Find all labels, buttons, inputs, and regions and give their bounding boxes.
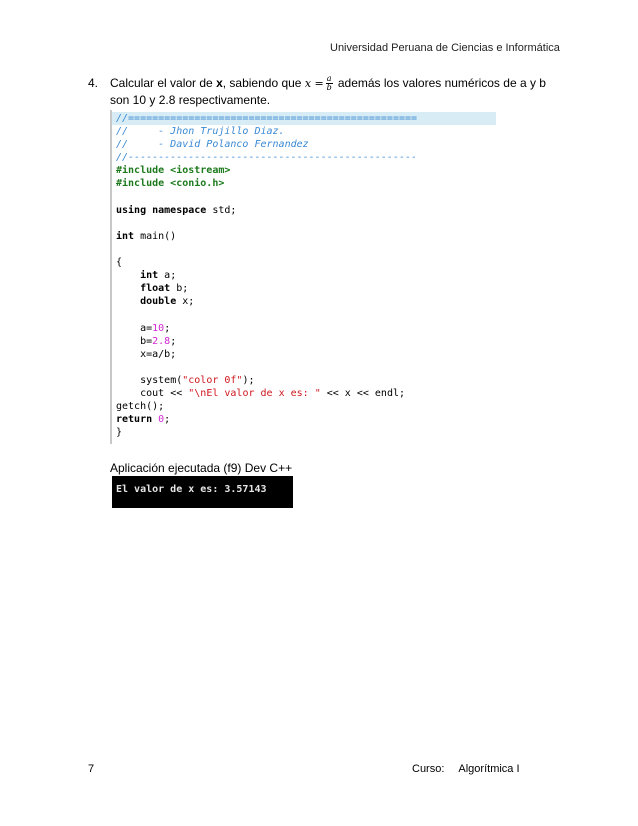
formula-denominator: b	[326, 83, 332, 93]
code-number: 0	[152, 414, 165, 426]
code-line: #include <conio.h>	[112, 177, 496, 190]
code-text: }	[116, 427, 123, 439]
course-label: Curso:	[412, 763, 445, 775]
code-comment: // - David Polanco Fernandez	[116, 139, 309, 151]
page-number: 7	[88, 763, 95, 775]
code-text: cout <<	[140, 387, 189, 399]
console-output: El valor de x es: 3.57143	[112, 476, 293, 508]
page-header: Universidad Peruana de Ciencias e Inform…	[330, 42, 560, 54]
code-text: b=	[140, 335, 153, 347]
code-string: "\nEl valor de x es: "	[188, 387, 321, 399]
code-line: cout << "\nEl valor de x es: " << x << e…	[112, 387, 496, 400]
code-text: ;	[164, 322, 171, 334]
code-line: // - Jhon Trujillo Diaz.	[112, 125, 496, 138]
code-preprocessor: #include <conio.h>	[116, 178, 225, 190]
code-keyword: using namespace	[116, 204, 207, 216]
code-screenshot: //======================================…	[110, 110, 496, 444]
code-keyword: float	[140, 283, 171, 295]
code-keyword: int	[116, 230, 135, 242]
code-comment: //======================================…	[116, 113, 418, 124]
code-text: a=	[140, 322, 153, 334]
execution-caption: Aplicación ejecutada (f9) Dev C++	[110, 461, 293, 475]
code-line: b=2.8;	[112, 335, 496, 348]
code-text: x=a/b;	[116, 348, 177, 360]
code-line: float b;	[112, 282, 496, 295]
code-text: ;	[164, 414, 171, 426]
code-line: a=10;	[112, 322, 496, 335]
code-text: getch();	[116, 401, 165, 413]
code-line: getch();	[112, 400, 496, 413]
formula-lhs: x =	[304, 77, 324, 90]
code-line: {	[112, 256, 496, 269]
code-line: // - David Polanco Fernandez	[112, 138, 496, 151]
code-text: b;	[170, 283, 189, 295]
code-line: using namespace std;	[112, 204, 496, 217]
code-line: int main()	[112, 230, 496, 243]
question-number: 4.	[88, 76, 99, 90]
course-name: Algorítmica I	[458, 763, 520, 775]
code-number: 2.8	[152, 335, 171, 347]
code-keyword: return	[116, 414, 153, 426]
document-page: Universidad Peruana de Ciencias e Inform…	[0, 0, 638, 826]
code-line: //--------------------------------------…	[112, 151, 496, 164]
code-text: ;	[170, 335, 177, 347]
code-text: x;	[176, 296, 195, 308]
code-line: int a;	[112, 269, 496, 282]
code-text: );	[242, 374, 255, 386]
code-line: }	[112, 426, 496, 439]
code-text: system(	[140, 374, 183, 386]
code-line: //======================================…	[112, 112, 496, 126]
code-keyword: int	[140, 270, 159, 282]
code-text: {	[116, 257, 123, 269]
code-text: main()	[134, 230, 177, 242]
code-text: a;	[158, 270, 177, 282]
code-text: std;	[206, 204, 237, 216]
code-line: #include <iostream>	[112, 164, 496, 177]
code-keyword: double	[140, 296, 177, 308]
variable-x: x	[216, 76, 223, 90]
question-text: Calcular el valor de x, sabiendo que x =…	[110, 74, 546, 108]
footer-course: Curso: Algorítmica I	[412, 763, 520, 775]
code-comment: // - Jhon Trujillo Diaz.	[116, 126, 285, 138]
code-text: << x << endl;	[320, 387, 406, 399]
code-number: 10	[152, 322, 165, 334]
formula-fraction: ab	[325, 75, 333, 93]
code-preprocessor: #include <iostream>	[116, 165, 231, 177]
code-line: system("color 0f");	[112, 374, 496, 387]
code-line: return 0;	[112, 413, 496, 426]
code-comment: //--------------------------------------…	[116, 152, 418, 164]
code-line: x=a/b;	[112, 348, 496, 361]
code-string: "color 0f"	[182, 374, 243, 386]
code-line: double x;	[112, 295, 496, 308]
